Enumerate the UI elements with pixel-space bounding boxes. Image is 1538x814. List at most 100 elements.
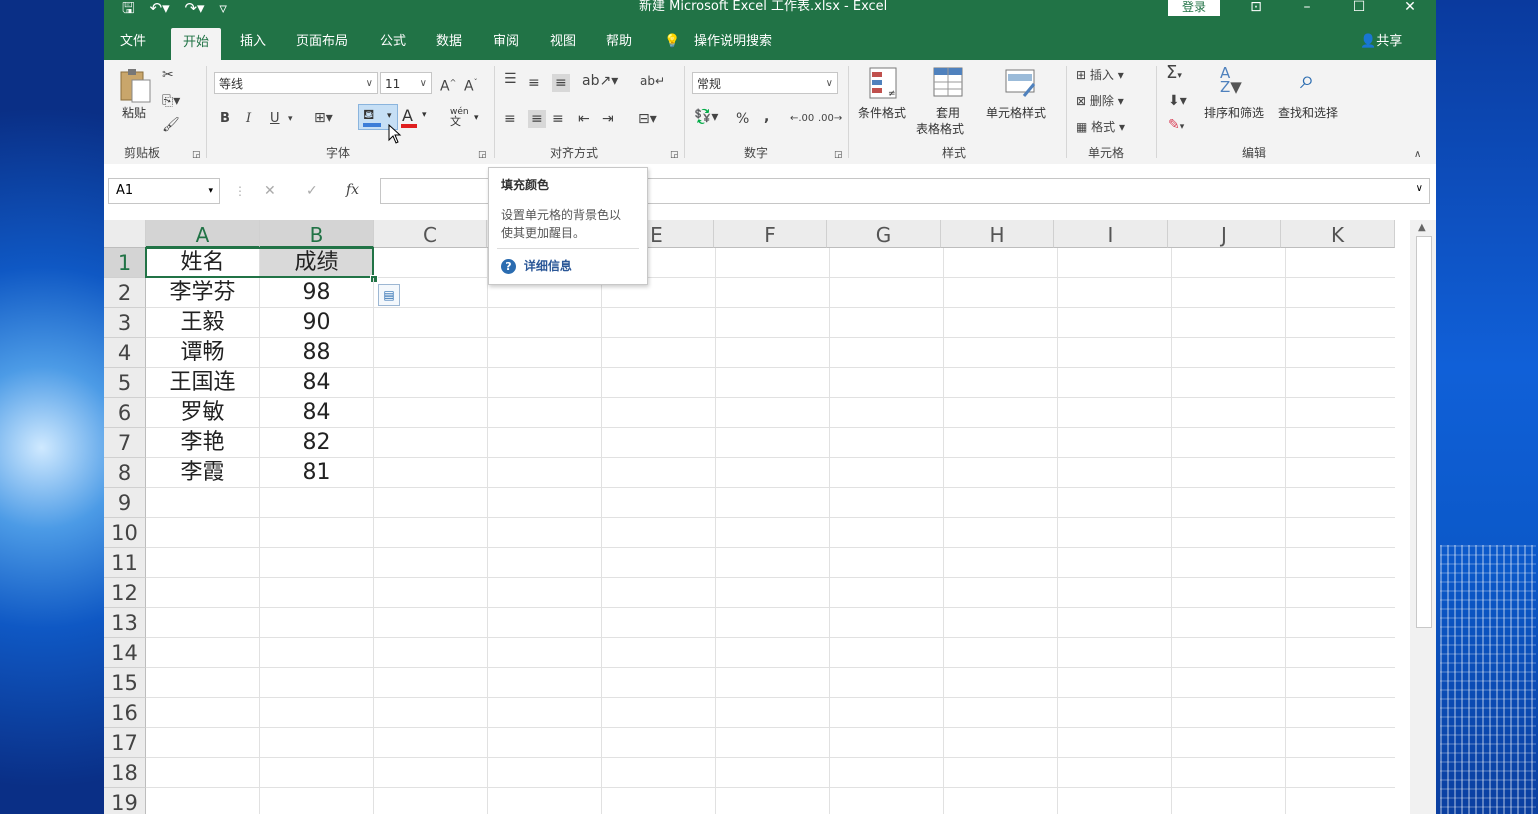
column-header-f[interactable]: F: [714, 220, 827, 248]
redo-icon[interactable]: ↷▾: [184, 0, 204, 17]
number-format-dropdown[interactable]: 常规 ∨: [692, 72, 838, 94]
font-launcher-icon[interactable]: ◲: [478, 146, 487, 164]
share-button[interactable]: 👤共享: [1360, 24, 1402, 60]
phonetic-guide-button[interactable]: wén 文 ▾: [450, 108, 484, 130]
tab-help[interactable]: 帮助: [606, 24, 632, 60]
number-launcher-icon[interactable]: ◲: [834, 146, 843, 164]
copy-icon[interactable]: ⎘▾: [162, 92, 180, 110]
align-right-icon[interactable]: ≡: [552, 110, 564, 128]
lightbulb-icon[interactable]: 💡: [664, 24, 680, 60]
tell-me-more-link[interactable]: ? 详细信息: [501, 257, 572, 274]
font-color-button[interactable]: A ▾: [400, 106, 430, 130]
cell-b7[interactable]: 82: [260, 428, 374, 458]
row-header[interactable]: 12: [104, 578, 146, 608]
cut-icon[interactable]: ✂: [162, 66, 174, 84]
underline-button[interactable]: U: [270, 110, 280, 128]
quick-analysis-icon[interactable]: ▤: [378, 284, 400, 306]
font-name-dropdown[interactable]: 等线 ∨: [214, 72, 378, 94]
row-header[interactable]: 13: [104, 608, 146, 638]
column-header-j[interactable]: J: [1168, 220, 1281, 248]
cell-a8[interactable]: 李霞: [146, 458, 260, 488]
minimize-button[interactable]: –: [1297, 0, 1317, 14]
collapse-ribbon-icon[interactable]: ∧: [1414, 146, 1421, 164]
format-as-table-button[interactable]: 套用 表格格式: [916, 66, 980, 142]
column-header-h[interactable]: H: [941, 220, 1054, 248]
column-header-g[interactable]: G: [827, 220, 941, 248]
italic-button[interactable]: I: [246, 110, 251, 128]
font-size-dropdown[interactable]: 11 ∨: [380, 72, 432, 94]
merge-center-icon[interactable]: ⊟▾: [638, 110, 657, 128]
tab-page-layout[interactable]: 页面布局: [296, 24, 348, 60]
wrap-text-icon[interactable]: ab↵: [640, 72, 665, 90]
row-header[interactable]: 11: [104, 548, 146, 578]
tab-view[interactable]: 视图: [550, 24, 576, 60]
autosum-icon[interactable]: Σ▾: [1166, 64, 1182, 85]
cell-b8[interactable]: 81: [260, 458, 374, 488]
cell-a5[interactable]: 王国连: [146, 368, 260, 398]
tab-home[interactable]: 开始: [171, 28, 222, 60]
row-header[interactable]: 17: [104, 728, 146, 758]
cell-a6[interactable]: 罗敏: [146, 398, 260, 428]
format-cells-button[interactable]: ▦ 格式 ▾: [1076, 118, 1125, 136]
row-header[interactable]: 10: [104, 518, 146, 548]
row-header[interactable]: 19: [104, 788, 146, 814]
column-header-b[interactable]: B: [260, 220, 374, 248]
cell-b5[interactable]: 84: [260, 368, 374, 398]
ribbon-display-options-icon[interactable]: ⊡: [1246, 0, 1266, 14]
borders-icon[interactable]: ⊞▾: [314, 109, 333, 127]
align-top-icon[interactable]: ☰: [504, 70, 517, 88]
undo-icon[interactable]: ↶▾: [150, 0, 170, 17]
tab-insert[interactable]: 插入: [240, 24, 266, 60]
insert-cells-button[interactable]: ⊞ 插入 ▾: [1076, 66, 1124, 84]
sort-filter-button[interactable]: A Z▼ 排序和筛选: [1204, 66, 1274, 138]
underline-dropdown-icon[interactable]: ▾: [288, 110, 293, 128]
cell-b4[interactable]: 88: [260, 338, 374, 368]
select-all-corner[interactable]: [104, 220, 146, 248]
row-header[interactable]: 6: [104, 398, 146, 428]
tell-me-search[interactable]: 操作说明搜索: [694, 24, 772, 60]
column-header-a[interactable]: A: [146, 220, 260, 248]
column-header-i[interactable]: I: [1054, 220, 1168, 248]
decrease-decimal-icon[interactable]: .00→: [818, 110, 842, 128]
name-box[interactable]: A1 ▾: [108, 178, 220, 204]
align-bottom-icon[interactable]: ≡: [552, 74, 570, 92]
row-header[interactable]: 3: [104, 308, 146, 338]
cell-styles-button[interactable]: 单元格样式: [984, 66, 1056, 138]
row-header[interactable]: 7: [104, 428, 146, 458]
row-header[interactable]: 2: [104, 278, 146, 308]
clipboard-launcher-icon[interactable]: ◲: [192, 146, 201, 164]
cell-a3[interactable]: 王毅: [146, 308, 260, 338]
row-header[interactable]: 4: [104, 338, 146, 368]
accounting-format-icon[interactable]: 💱▾: [694, 108, 718, 126]
tab-review[interactable]: 审阅: [493, 24, 519, 60]
cell-b3[interactable]: 90: [260, 308, 374, 338]
cell-a2[interactable]: 李学芬: [146, 278, 260, 308]
scroll-up-icon[interactable]: ▲: [1418, 222, 1426, 233]
delete-cells-button[interactable]: ⊠ 删除 ▾: [1076, 92, 1124, 110]
decrease-indent-icon[interactable]: ⇤: [578, 110, 590, 128]
customize-toolbar-icon[interactable]: ▿: [219, 0, 227, 17]
decrease-font-icon[interactable]: Aˇ: [464, 74, 478, 96]
cell-b2[interactable]: 98: [260, 278, 374, 308]
insert-function-button[interactable]: fx: [346, 181, 359, 199]
align-middle-icon[interactable]: ≡: [528, 74, 540, 92]
orientation-icon[interactable]: ab↗▾: [582, 72, 618, 90]
cell-a7[interactable]: 李艳: [146, 428, 260, 458]
format-painter-icon[interactable]: 🖌: [162, 116, 180, 134]
tab-file[interactable]: 文件: [120, 24, 146, 60]
row-header[interactable]: 9: [104, 488, 146, 518]
save-icon[interactable]: 🖫: [122, 0, 135, 17]
maximize-button[interactable]: ☐: [1349, 0, 1369, 14]
tab-formulas[interactable]: 公式: [380, 24, 406, 60]
conditional-formatting-button[interactable]: ≠ 条件格式: [856, 66, 914, 138]
fill-down-icon[interactable]: ⬇▾: [1168, 92, 1187, 110]
comma-style-button[interactable]: ,: [764, 108, 769, 126]
login-button[interactable]: 登录: [1168, 0, 1220, 16]
bold-button[interactable]: B: [220, 110, 230, 128]
row-header[interactable]: 18: [104, 758, 146, 788]
clear-icon[interactable]: ✎▾: [1168, 116, 1184, 136]
row-header[interactable]: 5: [104, 368, 146, 398]
scrollbar-thumb[interactable]: [1416, 236, 1432, 628]
paste-button[interactable]: 粘贴: [118, 68, 154, 132]
row-header[interactable]: 1: [104, 248, 146, 278]
